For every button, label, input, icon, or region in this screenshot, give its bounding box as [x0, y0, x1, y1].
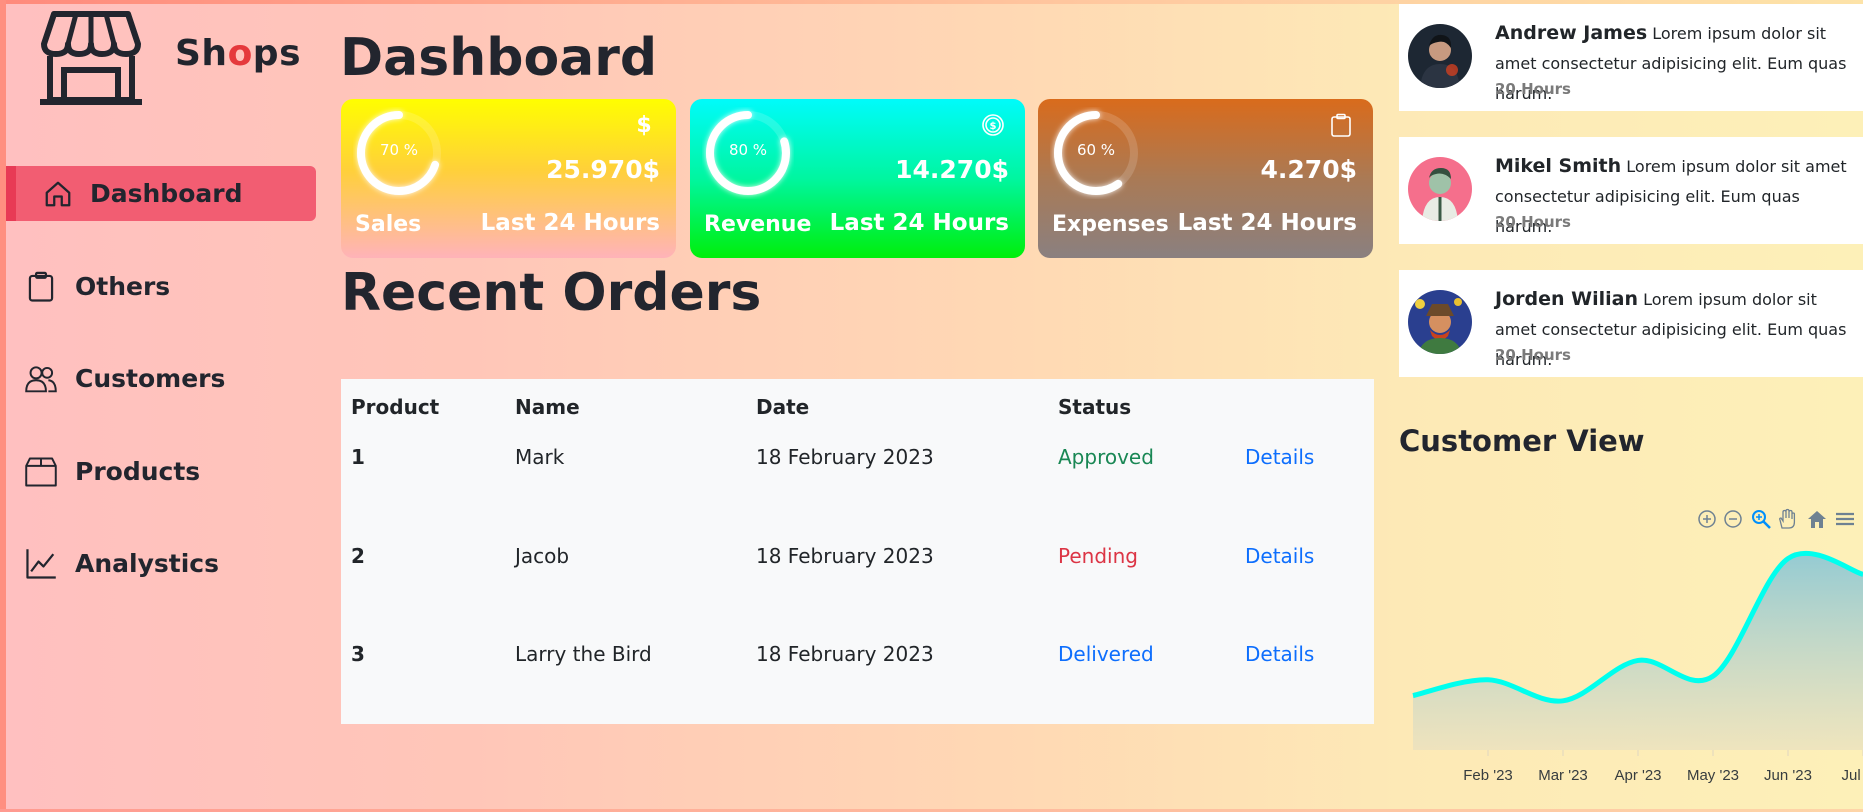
sales-card: 70 % $ 25.970$ Sales Last 24 Hours	[341, 99, 676, 258]
update-time: 20 Hours	[1495, 80, 1571, 98]
pan-hand-icon[interactable]	[1776, 508, 1798, 530]
product-cell: 2	[351, 544, 365, 568]
card-label: Revenue	[704, 212, 812, 237]
left-border	[0, 0, 6, 812]
card-value: 4.270$	[1260, 155, 1357, 184]
avatar	[1408, 24, 1472, 88]
page-title: Dashboard	[340, 28, 658, 88]
date-cell: 18 February 2023	[756, 642, 934, 666]
details-link[interactable]: Details	[1245, 544, 1314, 568]
card-period: Last 24 Hours	[480, 210, 660, 236]
card-period: Last 24 Hours	[829, 210, 1009, 236]
sidebar-item-label: Others	[75, 272, 171, 301]
menu-icon[interactable]	[1834, 508, 1856, 530]
date-cell: 18 February 2023	[756, 544, 934, 568]
card-value: 25.970$	[546, 155, 660, 184]
zoom-selection-icon[interactable]	[1750, 508, 1772, 530]
status-badge: Approved	[1058, 445, 1154, 469]
avatar	[1408, 290, 1472, 354]
sidebar-item-label: Customers	[75, 364, 226, 393]
sidebar-item-analystics[interactable]: Analystics	[6, 536, 316, 591]
details-link[interactable]: Details	[1245, 642, 1314, 666]
shop-logo-icon	[40, 11, 142, 105]
column-header: Date	[756, 395, 810, 419]
status-badge: Delivered	[1058, 642, 1154, 666]
sidebar-item-label: Products	[75, 457, 201, 486]
name-cell: Mark	[515, 445, 565, 469]
sidebar-item-products[interactable]: Products	[6, 444, 316, 499]
card-label: Sales	[355, 212, 422, 237]
avatar	[1408, 157, 1472, 221]
product-cell: 3	[351, 642, 365, 666]
series-area	[1413, 553, 1863, 750]
x-tick-label: Jul '23	[1842, 767, 1863, 784]
clipboard-icon	[1329, 113, 1353, 137]
x-tick-label: Jun '23	[1764, 767, 1812, 784]
x-tick-label: May '23	[1687, 767, 1739, 784]
progress-percent: 80 %	[728, 141, 768, 159]
update-item: Andrew James Lorem ipsum dolor sit amet …	[1399, 4, 1863, 111]
status-badge: Pending	[1058, 544, 1138, 568]
revenue-card: 80 % $ 14.270$ Revenue Last 24 Hours	[690, 99, 1025, 258]
name-cell: Jacob	[515, 544, 570, 568]
orders-table: Product Name Date Status 1 Mark 18 Febru…	[341, 379, 1374, 724]
details-link[interactable]: Details	[1245, 445, 1314, 469]
update-item: Jorden Wilian Lorem ipsum dolor sit amet…	[1399, 270, 1863, 377]
customer-view-chart: Feb '23 Mar '23 Apr '23 May '23 Jun '23 Jul '…	[1412, 550, 1863, 784]
x-tick-label: Apr '23	[1614, 767, 1661, 784]
chart-toolbar	[1696, 508, 1862, 532]
card-label: Expenses	[1052, 212, 1169, 237]
date-cell: 18 February 2023	[756, 445, 934, 469]
recent-orders-title: Recent Orders	[341, 263, 762, 323]
box-icon	[23, 454, 59, 490]
sidebar-item-dashboard[interactable]: Dashboard	[6, 166, 316, 221]
customer-view-title: Customer View	[1399, 424, 1645, 458]
zoom-out-icon[interactable]	[1722, 508, 1744, 530]
update-time: 20 Hours	[1495, 346, 1571, 364]
sidebar-item-label: Dashboard	[90, 179, 243, 208]
expenses-card: 60 % 4.270$ Expenses Last 24 Hours	[1038, 99, 1373, 258]
update-item: Mikel Smith Lorem ipsum dolor sit amet c…	[1399, 137, 1863, 244]
sidebar-item-customers[interactable]: Customers	[6, 351, 316, 406]
card-period: Last 24 Hours	[1177, 210, 1357, 236]
column-header: Status	[1058, 395, 1132, 419]
reset-home-icon[interactable]	[1806, 508, 1828, 530]
column-header: Product	[351, 395, 440, 419]
home-icon	[40, 176, 76, 212]
progress-percent: 70 %	[379, 141, 419, 159]
progress-percent: 60 %	[1076, 141, 1116, 159]
product-cell: 1	[351, 445, 365, 469]
x-tick-label: Mar '23	[1538, 767, 1588, 784]
chart-line-icon	[23, 546, 59, 582]
name-cell: Larry the Bird	[515, 642, 652, 666]
card-value: 14.270$	[895, 155, 1009, 184]
coin-icon: $	[981, 113, 1005, 137]
dollar-icon: $	[636, 112, 652, 138]
sidebar-item-others[interactable]: Others	[6, 259, 316, 314]
clipboard-icon	[23, 269, 59, 305]
zoom-in-icon[interactable]	[1696, 508, 1718, 530]
sidebar-item-label: Analystics	[75, 549, 219, 578]
users-icon	[23, 361, 59, 397]
column-header: Name	[515, 395, 580, 419]
x-tick-label: Feb '23	[1463, 767, 1513, 784]
svg-text:$: $	[990, 121, 997, 132]
update-time: 20 Hours	[1495, 213, 1571, 231]
brand-name: Shops	[175, 33, 301, 74]
